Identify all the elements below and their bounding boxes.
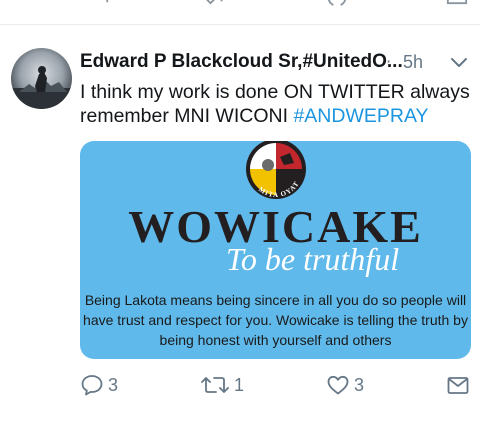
like-button[interactable]: 3 bbox=[326, 370, 364, 400]
mita-oyate-seal-icon: MITA OYATE bbox=[244, 141, 306, 199]
display-name[interactable]: Edward P Blackcloud Sr,#UnitedO... bbox=[80, 51, 403, 73]
retweet-icon[interactable] bbox=[205, 0, 227, 20]
timestamp[interactable]: 5h bbox=[403, 52, 423, 73]
direct-message-icon[interactable] bbox=[446, 0, 468, 20]
like-count: 3 bbox=[354, 374, 365, 395]
retweet-icon bbox=[201, 377, 229, 393]
tweet-text: I think my work is done ON TWITTER alway… bbox=[80, 80, 470, 128]
card-subtitle: To be truthful bbox=[226, 241, 400, 277]
reply-button[interactable]: 3 bbox=[80, 370, 118, 400]
direct-message-icon bbox=[447, 377, 469, 394]
tweet-divider bbox=[0, 24, 480, 25]
tweet-header: Edward P Blackcloud Sr,#UnitedO... · 5h bbox=[80, 51, 480, 77]
reply-icon[interactable] bbox=[88, 0, 110, 20]
hashtag-link[interactable]: #ANDWEPRAY bbox=[293, 105, 428, 127]
retweet-button[interactable]: 1 bbox=[200, 370, 244, 400]
reply-icon bbox=[81, 375, 103, 396]
card-body-text: Being Lakota means being sincere in all … bbox=[83, 292, 468, 348]
retweet-count: 1 bbox=[234, 374, 245, 395]
avatar[interactable] bbox=[11, 48, 72, 109]
like-icon[interactable] bbox=[326, 0, 348, 20]
like-icon bbox=[327, 375, 349, 395]
chevron-down-icon[interactable] bbox=[448, 51, 470, 77]
previous-tweet-actions bbox=[0, 0, 480, 22]
tweet-actions: 3 1 3 bbox=[0, 370, 480, 400]
direct-message-button[interactable] bbox=[446, 370, 470, 400]
separator-dot: · bbox=[386, 52, 392, 71]
reply-count: 3 bbox=[108, 374, 119, 395]
avatar-image bbox=[11, 66, 72, 109]
media-card[interactable]: MITA OYATE WOWICAKE To be truthful Being… bbox=[80, 141, 471, 359]
